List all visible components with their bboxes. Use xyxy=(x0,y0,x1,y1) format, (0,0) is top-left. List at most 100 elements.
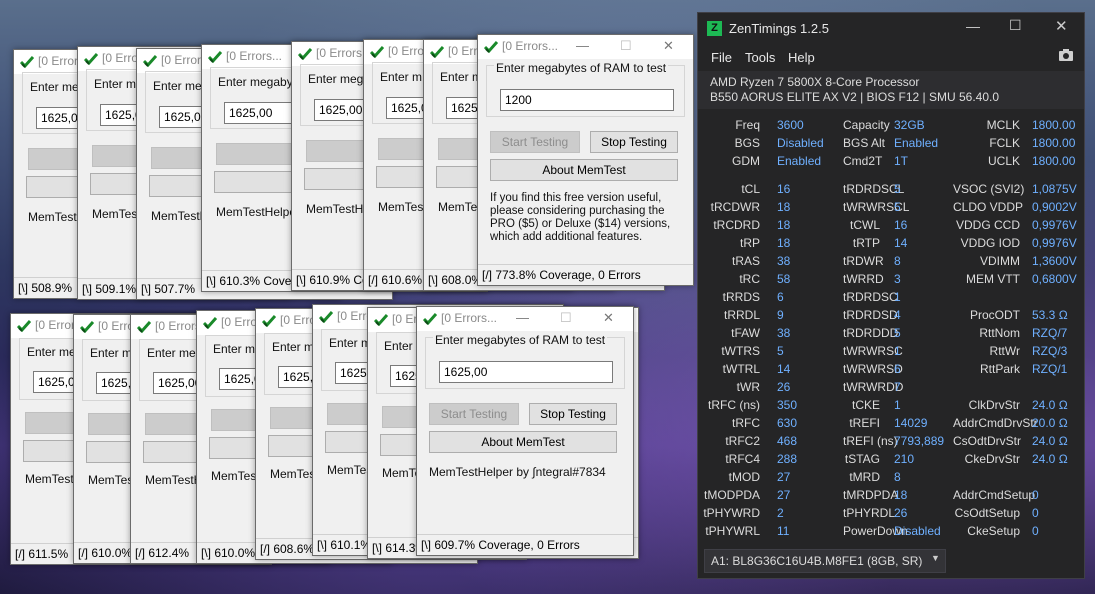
timing-value: 16 xyxy=(777,182,791,196)
timing-label: AddrCmdSetup xyxy=(953,488,1036,502)
memtest-window-active[interactable]: [0 Errors... — ☐ ✕ Enter megabytes of RAM to… xyxy=(416,306,634,556)
maximize-button[interactable]: ☐ xyxy=(1009,17,1022,34)
timing-value: 26 xyxy=(894,506,908,520)
timing-label: tWRWRSCL xyxy=(843,200,910,214)
ram-prompt-label: Enter m xyxy=(380,70,423,84)
memtest-window-active[interactable]: [0 Errors... — ☐ ✕ Enter megabytes of RAM to… xyxy=(477,34,694,286)
ram-prompt-label: Enter mega xyxy=(308,72,371,86)
stop-testing-button[interactable]: Stop Testing xyxy=(529,403,617,425)
memtest-app-icon xyxy=(369,45,385,59)
menu-tools[interactable]: Tools xyxy=(745,50,775,65)
memtest-app-icon xyxy=(429,45,445,59)
timing-label: tMODPDA xyxy=(703,488,760,502)
timing-label: tMRDPDA xyxy=(843,488,899,502)
timing-value: 0,9976V xyxy=(1032,236,1077,250)
timing-value: 0 xyxy=(1032,524,1039,538)
timing-value: 1T xyxy=(894,154,909,168)
timing-value: 2 xyxy=(777,506,784,520)
timing-value: 20.0 Ω xyxy=(1032,416,1068,430)
memtesthelper-credit: MemTestHelper by ∫ntegral#7834 xyxy=(429,465,606,479)
timing-value: 1800.00 xyxy=(1032,136,1076,150)
zentimings-logo-icon: Z xyxy=(707,21,722,36)
timing-value: 0,6800V xyxy=(1032,272,1077,286)
memtest-app-icon xyxy=(422,312,438,326)
timing-label: RttNom xyxy=(979,326,1020,340)
timing-label: Cmd2T xyxy=(843,154,883,168)
memtesthelper-label: MemTestHelper xyxy=(216,205,301,219)
dimm-module-select[interactable]: A1: BL8G36C16U4B.M8FE1 (8GB, SR) ▼ xyxy=(704,549,946,573)
about-memtest-button[interactable]: About MemTest xyxy=(429,431,617,453)
ram-prompt-label: Enter megabytes of RAM to test xyxy=(433,333,608,347)
timing-value: 0,9976V xyxy=(1032,218,1077,232)
window-title: [0 Errors xyxy=(155,319,202,333)
timing-value: Enabled xyxy=(894,136,939,150)
memtesthelper-label: MemTestH xyxy=(151,209,209,223)
timing-label: tRAS xyxy=(731,254,760,268)
timing-label: tRDRDDD xyxy=(843,326,899,340)
timing-label: tRCDWR xyxy=(710,200,760,214)
timing-label: tRFC4 xyxy=(725,452,760,466)
memtest-app-icon xyxy=(261,314,277,328)
close-button[interactable]: ✕ xyxy=(1055,17,1068,35)
timing-value: 27 xyxy=(777,488,791,502)
timing-value: RZQ/3 xyxy=(1032,344,1068,358)
memtesthelper-label: MemTes xyxy=(378,200,424,214)
close-button[interactable]: ✕ xyxy=(603,310,614,326)
ram-prompt-label: Enter megabytes of RAM to test xyxy=(494,61,669,75)
about-memtest-button[interactable]: About MemTest xyxy=(490,159,678,181)
ram-prompt-label: Enter me xyxy=(147,346,196,360)
timing-label: tWTRL xyxy=(722,362,760,376)
memtest-app-icon xyxy=(207,50,223,64)
timing-value: 5 xyxy=(894,326,901,340)
timing-label: tWRWRSD xyxy=(843,362,903,376)
timing-value: 6 xyxy=(894,362,901,376)
timing-label: VDIMM xyxy=(980,254,1020,268)
timing-label: tRDRDSC xyxy=(843,290,898,304)
minimize-button[interactable]: — xyxy=(576,38,589,53)
timing-value: 38 xyxy=(777,254,791,268)
timing-label: ClkDrvStr xyxy=(968,398,1020,412)
timing-label: tWR xyxy=(736,380,760,394)
memtest-app-icon xyxy=(142,54,158,68)
screenshot-camera-icon[interactable] xyxy=(1058,48,1074,65)
memtest-app-icon xyxy=(136,320,152,334)
memtest-app-icon xyxy=(318,310,334,324)
timing-value: 14029 xyxy=(894,416,928,430)
maximize-button[interactable]: ☐ xyxy=(620,38,632,54)
menu-file[interactable]: File xyxy=(711,50,732,65)
ram-mb-input[interactable]: 1625,00 xyxy=(439,361,613,383)
zentimings-window[interactable]: Z ZenTimings 1.2.5 — ☐ ✕ File Tools Help AMD Ryz… xyxy=(697,12,1085,579)
dimm-module-value: A1: BL8G36C16U4B.M8FE1 (8GB, SR) xyxy=(711,554,923,568)
start-testing-button[interactable]: Start Testing xyxy=(429,403,519,425)
memtest-app-icon xyxy=(373,313,389,327)
memtest-app-icon xyxy=(16,319,32,333)
start-testing-button[interactable]: Start Testing xyxy=(490,131,580,153)
menu-help[interactable]: Help xyxy=(788,50,815,65)
timing-label: tWRRD xyxy=(843,272,884,286)
timing-label: CsOdtSetup xyxy=(954,506,1020,520)
ram-prompt-label: Enter me xyxy=(153,79,202,93)
timing-label: tRRDL xyxy=(723,308,760,322)
minimize-button[interactable]: — xyxy=(966,18,980,34)
timing-value: 18 xyxy=(777,200,791,214)
maximize-button[interactable]: ☐ xyxy=(560,310,572,326)
timing-label: tRFC (ns) xyxy=(708,398,760,412)
status-bar: [\] 609.7% Coverage, 0 Errors xyxy=(417,534,633,555)
timing-label: tCKE xyxy=(851,398,880,412)
timing-value: 26 xyxy=(777,380,791,394)
timing-label: Capacity xyxy=(843,118,890,132)
stop-testing-button[interactable]: Stop Testing xyxy=(590,131,678,153)
timing-value: RZQ/1 xyxy=(1032,362,1068,376)
close-button[interactable]: ✕ xyxy=(663,38,674,54)
timing-label: CkeSetup xyxy=(967,524,1020,538)
memtest-app-icon xyxy=(202,316,218,330)
timing-value: 11 xyxy=(777,524,790,538)
minimize-button[interactable]: — xyxy=(516,310,529,325)
ram-mb-input[interactable]: 1200 xyxy=(500,89,674,111)
timing-label: tRP xyxy=(739,236,760,250)
timing-value: 24.0 Ω xyxy=(1032,398,1068,412)
memtest-app-icon xyxy=(83,52,99,66)
window-title: [0 Errors... xyxy=(441,311,498,325)
timing-value: Enabled xyxy=(777,154,822,168)
timing-label: tPHYRDL xyxy=(843,506,896,520)
